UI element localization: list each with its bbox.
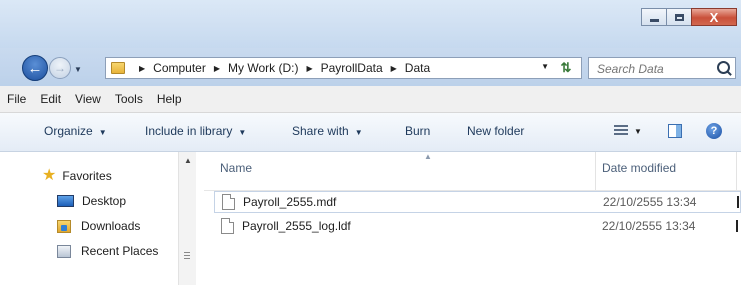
back-button[interactable]: ← [22,55,48,81]
column-divider[interactable] [595,152,596,190]
nav-item-downloads[interactable]: Downloads [57,219,140,233]
menu-edit[interactable]: Edit [33,92,68,106]
nav-scrollbar[interactable]: ▲ [178,152,196,285]
recent-places-icon [57,244,71,258]
nav-item-favorites[interactable]: ★ Favorites [42,168,112,184]
breadcrumb-payrolldata[interactable]: PayrollData [321,61,383,75]
breadcrumb-computer[interactable]: Computer [153,61,206,75]
chevron-down-icon: ▼ [98,128,107,137]
breadcrumb-data[interactable]: Data [405,61,430,75]
title-bar[interactable]: X [0,0,741,48]
column-name-header[interactable]: Name [220,161,252,175]
nav-item-label: Favorites [62,169,112,183]
breadcrumb-separator-icon[interactable]: ▶ [306,64,312,73]
address-row: ← → ▼ ▶ Computer ▶ My Work (D:) ▶ Payrol… [0,48,741,86]
menu-file[interactable]: File [0,92,33,106]
breadcrumb-my-work[interactable]: My Work (D:) [228,61,298,75]
file-name: Payroll_2555_log.ldf [242,219,351,233]
close-button[interactable]: X [691,8,737,26]
nav-item-label: Recent Places [81,244,159,258]
preview-pane-icon[interactable] [668,124,682,138]
refresh-icon[interactable]: ⇅ [556,59,576,77]
change-view-icon[interactable] [614,125,628,137]
chevron-down-icon: ▼ [354,128,363,137]
caption-buttons: X [641,8,737,26]
history-dropdown-icon[interactable]: ▼ [74,65,82,74]
menu-bar: File Edit View Tools Help [0,86,741,113]
back-arrow-icon: ← [27,59,43,77]
cut-off-column-marker [737,196,739,208]
scroll-up-icon[interactable]: ▲ [184,156,192,165]
organize-label: Organize [44,124,93,138]
burn-button[interactable]: Burn [405,124,430,138]
navigation-pane: ★ Favorites Desktop Downloads Recent Pla… [0,152,196,285]
nav-item-label: Desktop [82,194,127,208]
nav-item-recent-places[interactable]: Recent Places [57,244,158,258]
minimize-icon [649,18,659,22]
pane-splitter[interactable] [196,152,204,285]
downloads-icon [57,219,71,233]
command-bar: Organize ▼ Include in library ▼ Share with… [0,113,741,152]
cut-off-column-marker [736,220,738,232]
help-icon[interactable]: ? [706,123,722,139]
include-label: Include in library [145,124,233,138]
file-icon [221,218,234,234]
breadcrumb: ▶ Computer ▶ My Work (D:) ▶ PayrollData … [131,61,430,75]
folder-icon [111,62,125,74]
star-icon: ★ [42,167,57,184]
column-divider[interactable] [736,152,737,190]
minimize-button[interactable] [641,8,667,26]
breadcrumb-separator-icon[interactable]: ▶ [391,64,397,73]
file-date-modified: 22/10/2555 13:34 [602,219,696,233]
maximize-icon [674,13,684,21]
nav-item-desktop[interactable]: Desktop [57,194,126,208]
forward-arrow-icon: → [54,61,66,75]
maximize-button[interactable] [666,8,692,26]
menu-view[interactable]: View [68,92,108,106]
breadcrumb-separator-icon[interactable]: ▶ [139,64,145,73]
explorer-window: X ← → ▼ ▶ Computer ▶ My Work (D:) ▶ Payr… [0,0,741,285]
scrollbar-grip-icon[interactable] [184,252,190,261]
file-row[interactable]: Payroll_2555_log.ldf 22/10/2555 13:34 [214,216,741,238]
share-label: Share with [292,124,349,138]
include-in-library-button[interactable]: Include in library ▼ [145,124,246,138]
menu-help[interactable]: Help [150,92,189,106]
desktop-icon [57,195,74,207]
new-folder-button[interactable]: New folder [467,124,524,138]
address-dropdown-icon[interactable]: ▼ [541,62,549,71]
share-with-button[interactable]: Share with ▼ [292,124,363,138]
breadcrumb-separator-icon[interactable]: ▶ [214,64,220,73]
column-date-header[interactable]: Date modified [602,161,676,175]
file-date-modified: 22/10/2555 13:34 [603,195,697,209]
address-bar[interactable]: ▶ Computer ▶ My Work (D:) ▶ PayrollData … [105,57,582,79]
sort-ascending-icon: ▲ [424,152,432,161]
file-row[interactable]: Payroll_2555.mdf 22/10/2555 13:34 [214,191,741,213]
search-icon[interactable] [717,61,730,74]
nav-item-label: Downloads [81,219,141,233]
chevron-down-icon: ▼ [238,128,247,137]
search-box [588,57,736,79]
view-dropdown-icon[interactable]: ▼ [634,127,642,136]
search-input[interactable] [595,59,709,79]
file-name: Payroll_2555.mdf [243,195,337,209]
close-icon: X [709,9,719,25]
forward-button[interactable]: → [49,57,71,79]
file-icon [222,194,235,210]
organize-button[interactable]: Organize ▼ [44,124,107,138]
menu-tools[interactable]: Tools [108,92,150,106]
column-header: Name ▲ Date modified [204,152,741,191]
